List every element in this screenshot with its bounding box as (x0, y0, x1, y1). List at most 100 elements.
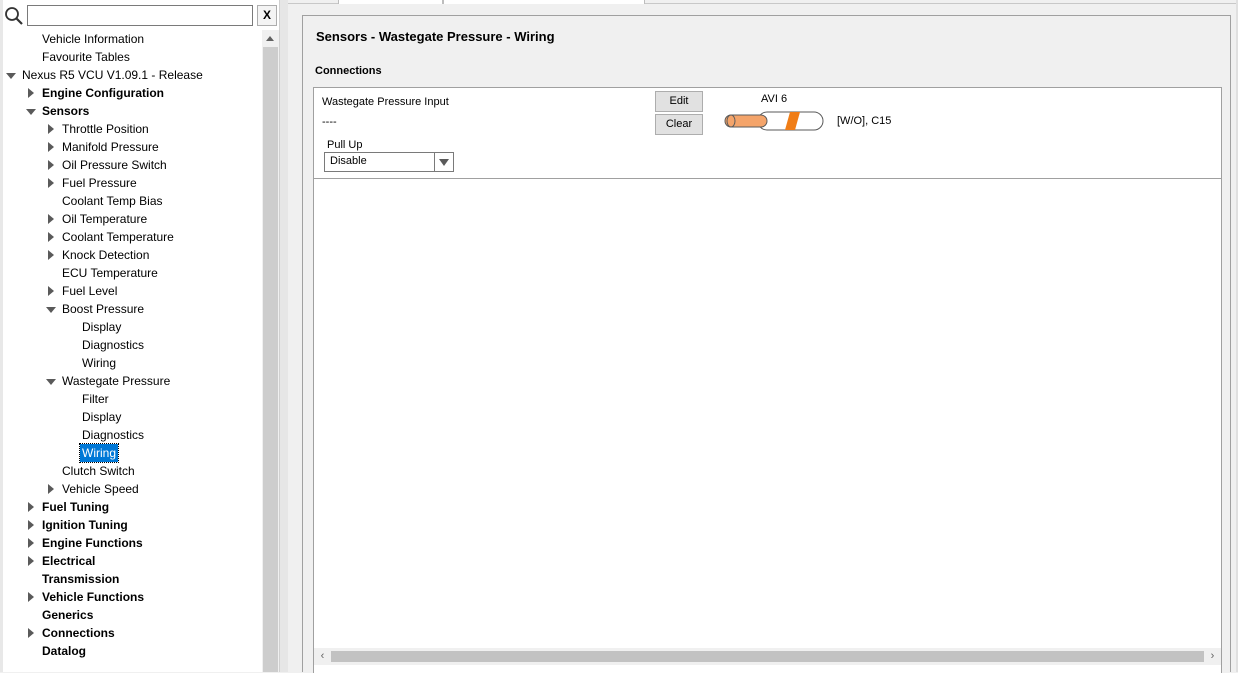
tree-item-label: Diagnostics (82, 428, 145, 442)
collapse-arrow-icon[interactable] (46, 282, 56, 300)
collapse-arrow-icon[interactable] (46, 210, 56, 228)
tree-item-label: Display (82, 320, 122, 334)
avi-channel-label: AVI 6 (761, 93, 788, 105)
tree-item[interactable]: Manifold Pressure (0, 138, 262, 156)
tree-item-label: Clutch Switch (62, 464, 135, 478)
tree-item[interactable]: Fuel Level (0, 282, 262, 300)
collapse-arrow-icon[interactable] (26, 552, 36, 570)
tree-item[interactable]: Connections (0, 624, 262, 642)
tree-item[interactable]: Display (0, 318, 262, 336)
edit-button[interactable]: Edit (655, 91, 703, 112)
collapse-arrow-icon[interactable] (46, 480, 56, 498)
scrollbar-thumb[interactable] (331, 651, 1204, 662)
tree-item[interactable]: Oil Temperature (0, 210, 262, 228)
tree-item-label: Vehicle Speed (62, 482, 139, 496)
tree-item-label: Filter (82, 392, 109, 406)
tree-item[interactable]: Engine Functions (0, 534, 262, 552)
collapse-arrow-icon[interactable] (26, 534, 36, 552)
tree-item[interactable]: Clutch Switch (0, 462, 262, 480)
collapse-arrow-icon[interactable] (46, 138, 56, 156)
expand-arrow-icon[interactable] (46, 372, 56, 390)
wiring-panel: Sensors - Wastegate Pressure - Wiring Co… (302, 15, 1231, 673)
tree-item[interactable]: Wiring (0, 354, 262, 372)
tree-item[interactable]: Nexus R5 VCU V1.09.1 - Release (0, 66, 262, 84)
tree-item-label: Manifold Pressure (62, 140, 159, 154)
tree-item-label: Fuel Tuning (42, 500, 110, 514)
tree-item-label: Fuel Level (62, 284, 118, 298)
expand-arrow-icon[interactable] (6, 66, 16, 84)
tree-item[interactable]: Coolant Temp Bias (0, 192, 262, 210)
tree-item-label: Fuel Pressure (62, 176, 137, 190)
collapse-arrow-icon[interactable] (46, 156, 56, 174)
tree-item[interactable]: Transmission (0, 570, 262, 588)
tree-item[interactable]: Throttle Position (0, 120, 262, 138)
tree-item-label: Diagnostics (82, 338, 145, 352)
collapse-arrow-icon[interactable] (26, 588, 36, 606)
tree-item[interactable]: Datalog (0, 642, 262, 660)
navigation-pane: X Vehicle Information Favourite Tables Nex… (0, 0, 280, 672)
pull-up-select[interactable]: Disable (324, 152, 454, 172)
search-icon[interactable] (4, 6, 24, 26)
horizontal-scrollbar[interactable]: ‹ › (314, 648, 1221, 665)
input-label: Wastegate Pressure Input (322, 96, 449, 108)
tree-item[interactable]: Coolant Temperature (0, 228, 262, 246)
tree-item[interactable]: Generics (0, 606, 262, 624)
tree-item[interactable]: Vehicle Information (0, 30, 262, 48)
connections-heading: Connections (315, 65, 382, 77)
collapse-arrow-icon[interactable] (46, 246, 56, 264)
tree-item[interactable]: Vehicle Speed (0, 480, 262, 498)
scroll-up-icon[interactable] (262, 30, 279, 47)
clear-button[interactable]: Clear (655, 114, 703, 135)
tree-item[interactable]: Display (0, 408, 262, 426)
tree-item[interactable]: Wastegate Pressure (0, 372, 262, 390)
tree-item[interactable]: Filter (0, 390, 262, 408)
tree-item-label: Connections (42, 626, 115, 640)
collapse-arrow-icon[interactable] (46, 174, 56, 192)
tree-item-label: Datalog (42, 644, 87, 658)
tree-item-label: Wiring (78, 443, 120, 463)
tree-item[interactable]: Sensors (0, 102, 262, 120)
tree-item[interactable]: Vehicle Functions (0, 588, 262, 606)
tree-item[interactable]: ECU Temperature (0, 264, 262, 282)
tree-item[interactable]: Fuel Pressure (0, 174, 262, 192)
pin-label: [W/O], C15 (837, 115, 892, 127)
tree-item-label: Engine Configuration (42, 86, 164, 100)
tree-item[interactable]: Diagnostics (0, 336, 262, 354)
collapse-arrow-icon[interactable] (26, 516, 36, 534)
scrollbar-thumb[interactable] (263, 47, 278, 672)
tree-item[interactable]: Electrical (0, 552, 262, 570)
tree-item-label: Favourite Tables (42, 50, 130, 64)
connections-box: Wastegate Pressure Input ---- Edit Clear… (313, 87, 1222, 673)
collapse-arrow-icon[interactable] (46, 228, 56, 246)
tree-item[interactable]: Diagnostics (0, 426, 262, 444)
tree-item[interactable]: Fuel Tuning (0, 498, 262, 516)
collapse-arrow-icon[interactable] (26, 498, 36, 516)
tree-item[interactable]: Boost Pressure (0, 300, 262, 318)
tree-item-label: Wiring (82, 356, 117, 370)
search-input[interactable] (27, 5, 253, 26)
document-tab-strip (288, 0, 1238, 4)
expand-arrow-icon[interactable] (46, 300, 56, 318)
chevron-down-icon[interactable] (434, 153, 453, 171)
scroll-left-icon[interactable]: ‹ (314, 648, 331, 665)
tree-item[interactable]: Ignition Tuning (0, 516, 262, 534)
collapse-arrow-icon[interactable] (46, 120, 56, 138)
tree-item[interactable]: Oil Pressure Switch (0, 156, 262, 174)
tree-item-label: Oil Pressure Switch (62, 158, 167, 172)
document-tab[interactable] (338, 0, 443, 4)
tree-item[interactable]: Wiring (0, 443, 262, 463)
clear-search-button[interactable]: X (257, 5, 277, 26)
scroll-right-icon[interactable]: › (1204, 648, 1221, 665)
tree-item-label: Coolant Temp Bias (62, 194, 163, 208)
pane-splitter[interactable] (280, 0, 288, 672)
expand-arrow-icon[interactable] (26, 102, 36, 120)
document-tab[interactable] (443, 0, 645, 4)
collapse-arrow-icon[interactable] (26, 624, 36, 642)
collapse-arrow-icon[interactable] (26, 84, 36, 102)
tree-item-label: Coolant Temperature (62, 230, 174, 244)
tree-vertical-scrollbar[interactable] (262, 30, 279, 672)
tree-item[interactable]: Engine Configuration (0, 84, 262, 102)
tree-item[interactable]: Knock Detection (0, 246, 262, 264)
tree-item[interactable]: Favourite Tables (0, 48, 262, 66)
tree-item-label: Oil Temperature (62, 212, 148, 226)
